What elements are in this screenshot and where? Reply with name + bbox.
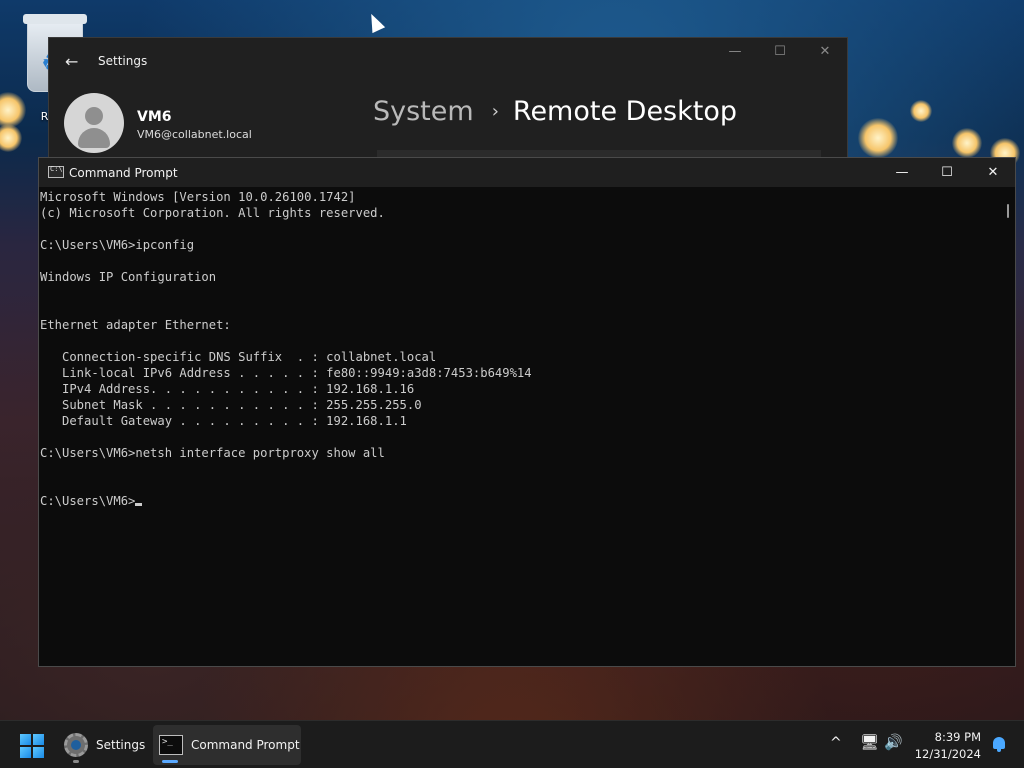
wallpaper-light	[0, 124, 22, 152]
active-indicator	[162, 760, 178, 763]
network-icon[interactable]: 🖥	[860, 733, 879, 751]
settings-close-button[interactable]: ✕	[802, 44, 848, 59]
console-line: Default Gateway . . . . . . . . . : 192.…	[40, 414, 407, 428]
user-email: VM6@collabnet.local	[137, 128, 252, 141]
wallpaper-light	[910, 100, 932, 122]
breadcrumb-chevron-icon: ›	[491, 101, 499, 122]
console-line: (c) Microsoft Corporation. All rights re…	[40, 206, 385, 220]
settings-gear-icon	[64, 733, 88, 757]
wallpaper-light	[952, 128, 982, 158]
taskbar-settings-label: Settings	[96, 738, 146, 752]
taskbar-cmd-label: Command Prompt	[191, 738, 300, 752]
clock-date: 12/31/2024	[914, 747, 981, 761]
console-line: Ethernet adapter Ethernet:	[40, 318, 231, 332]
taskbar-item-settings[interactable]: Settings	[60, 725, 148, 765]
console-scrollbar[interactable]	[999, 187, 1015, 666]
command-prompt-icon: C:\	[48, 165, 64, 178]
mouse-pointer-icon	[364, 10, 386, 34]
settings-maximize-button[interactable]: ☐	[757, 44, 803, 59]
show-hidden-icons-chevron-icon[interactable]: ^	[830, 735, 842, 751]
clock-time: 8:39 PM	[934, 730, 981, 744]
console-line: IPv4 Address. . . . . . . . . . . : 192.…	[40, 382, 415, 396]
back-arrow-icon[interactable]: ←	[65, 52, 78, 71]
system-clock[interactable]: 8:39 PM 12/31/2024	[915, 729, 981, 763]
breadcrumb-system[interactable]: System	[373, 96, 474, 127]
taskbar: Settings >_ Command Prompt ^ 🖥 🔊 8:39 PM…	[0, 720, 1024, 768]
user-avatar	[64, 93, 124, 153]
notification-bell-icon[interactable]	[993, 737, 1005, 752]
console-output[interactable]: Microsoft Windows [Version 10.0.26100.17…	[40, 187, 999, 666]
console-line: C:\Users\VM6>ipconfig	[40, 238, 195, 252]
scrollbar-thumb[interactable]	[1007, 204, 1009, 218]
cmd-maximize-button[interactable]: ☐	[924, 162, 970, 184]
console-line: C:\Users\VM6>	[40, 493, 999, 509]
console-line: Microsoft Windows [Version 10.0.26100.17…	[40, 190, 356, 204]
console-line: Windows IP Configuration	[40, 270, 217, 284]
settings-window-title: Settings	[98, 54, 148, 68]
wallpaper-light	[858, 118, 898, 158]
running-indicator	[73, 760, 79, 763]
taskbar-item-command-prompt[interactable]: >_ Command Prompt	[153, 725, 301, 765]
console-line: Subnet Mask . . . . . . . . . . . : 255.…	[40, 398, 422, 412]
console-line: Link-local IPv6 Address . . . . . : fe80…	[40, 366, 532, 380]
settings-window[interactable]: ← Settings — ☐ ✕ VM6 VM6@collabnet.local…	[48, 37, 848, 163]
console-line: C:\Users\VM6>netsh interface portproxy s…	[40, 446, 385, 460]
user-name: VM6	[137, 109, 172, 125]
breadcrumb: System › Remote Desktop	[373, 96, 737, 127]
cmd-window-title: Command Prompt	[69, 166, 178, 180]
windows-start-icon[interactable]	[20, 734, 44, 758]
breadcrumb-remote-desktop: Remote Desktop	[512, 96, 737, 127]
console-line: Connection-specific DNS Suffix . : colla…	[40, 350, 437, 364]
cmd-close-button[interactable]: ✕	[970, 162, 1016, 184]
command-prompt-window[interactable]: C:\ Command Prompt — ☐ ✕ Microsoft Windo…	[38, 157, 1016, 667]
settings-minimize-button[interactable]: —	[712, 44, 758, 59]
text-cursor	[135, 503, 143, 506]
command-prompt-icon: >_	[159, 735, 183, 755]
cmd-minimize-button[interactable]: —	[879, 162, 925, 184]
cmd-titlebar[interactable]: C:\ Command Prompt — ☐ ✕	[39, 158, 1015, 187]
volume-icon[interactable]: 🔊	[884, 733, 903, 751]
